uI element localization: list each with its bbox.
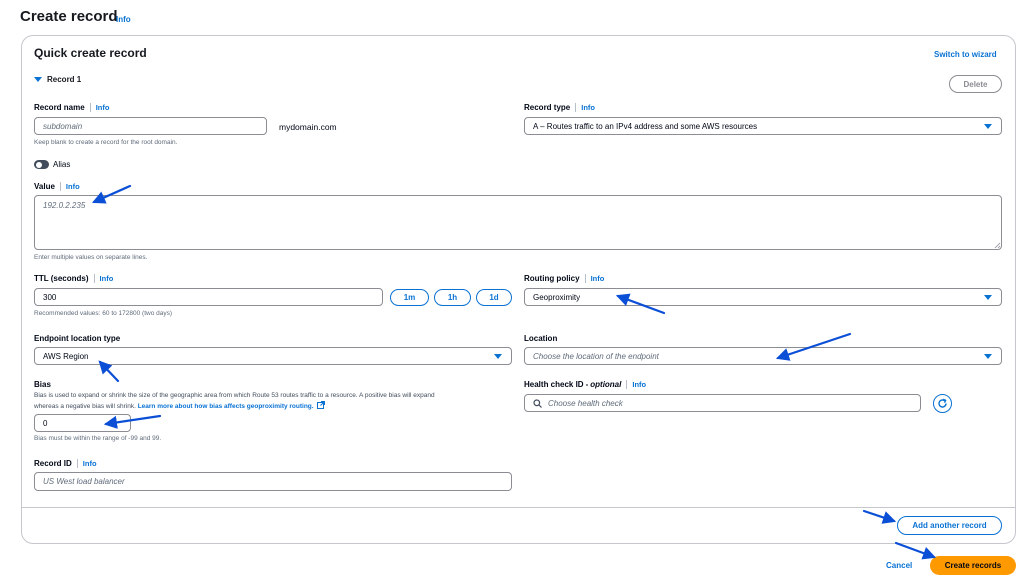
bias-description-line-1: Bias is used to expand or shrink the siz… bbox=[34, 392, 435, 399]
resize-handle-icon[interactable] bbox=[994, 242, 1001, 249]
record-name-label-text: Record name bbox=[34, 103, 85, 112]
value-info-link[interactable]: Info bbox=[66, 182, 80, 191]
record-name-label: Record name Info bbox=[34, 103, 109, 112]
location-label: Location bbox=[524, 334, 558, 343]
create-records-button[interactable]: Create records bbox=[930, 556, 1016, 575]
ttl-1d-button[interactable]: 1d bbox=[476, 289, 512, 306]
endpoint-location-type-label: Endpoint location type bbox=[34, 334, 121, 343]
location-select[interactable]: Choose the location of the endpoint bbox=[524, 347, 1002, 365]
domain-suffix: mydomain.com bbox=[279, 122, 337, 132]
label-separator bbox=[575, 103, 577, 112]
ttl-info-link[interactable]: Info bbox=[100, 274, 114, 283]
label-separator bbox=[626, 380, 628, 389]
bias-description: Bias is used to expand or shrink the siz… bbox=[34, 391, 512, 412]
label-separator bbox=[76, 459, 78, 468]
ttl-label-text: TTL (seconds) bbox=[34, 274, 89, 283]
bias-label: Bias bbox=[34, 380, 51, 389]
health-check-label: Health check ID - optional Info bbox=[524, 380, 646, 389]
bias-learn-more-link[interactable]: Learn more about how bias affects geopro… bbox=[138, 403, 314, 410]
label-separator bbox=[93, 274, 95, 283]
alias-toggle[interactable] bbox=[34, 160, 49, 169]
routing-policy-label-text: Routing policy bbox=[524, 274, 580, 283]
caret-down-icon bbox=[984, 295, 992, 300]
arrow-create-records bbox=[894, 541, 937, 560]
cancel-button[interactable]: Cancel bbox=[886, 561, 912, 570]
record-name-info-link[interactable]: Info bbox=[96, 103, 110, 112]
page-info-link[interactable]: Info bbox=[116, 15, 131, 24]
ttl-input[interactable]: 300 bbox=[34, 288, 383, 306]
endpoint-location-type-select[interactable]: AWS Region bbox=[34, 347, 512, 365]
record-id-label-text: Record ID bbox=[34, 459, 72, 468]
refresh-icon bbox=[938, 398, 947, 408]
alias-label: Alias bbox=[53, 160, 71, 169]
routing-policy-label: Routing policy Info bbox=[524, 274, 604, 283]
record-1-toggle[interactable]: Record 1 bbox=[34, 75, 81, 84]
bias-description-text: whereas a negative bias will shrink. bbox=[34, 403, 136, 410]
page-title: Create record bbox=[20, 8, 118, 25]
caret-down-icon bbox=[494, 354, 502, 359]
health-check-info-link[interactable]: Info bbox=[632, 380, 646, 389]
record-type-label: Record type Info bbox=[524, 103, 595, 112]
record-id-label: Record ID Info bbox=[34, 459, 97, 468]
label-dash: - bbox=[585, 380, 589, 389]
record-id-input[interactable]: US West load balancer bbox=[34, 472, 512, 491]
value-textarea[interactable]: 192.0.2.235 bbox=[34, 195, 1002, 250]
location-placeholder: Choose the location of the endpoint bbox=[533, 351, 659, 361]
ttl-hint: Recommended values: 60 to 172800 (two da… bbox=[34, 310, 173, 317]
record-id-info-link[interactable]: Info bbox=[83, 459, 97, 468]
ttl-1h-button[interactable]: 1h bbox=[434, 289, 471, 306]
value-hint: Enter multiple values on separate lines. bbox=[34, 254, 148, 261]
switch-to-wizard-link[interactable]: Switch to wizard bbox=[934, 50, 997, 59]
record-name-input[interactable]: subdomain bbox=[34, 117, 267, 135]
panel-divider bbox=[22, 507, 1015, 508]
bias-hint: Bias must be within the range of -99 and… bbox=[34, 435, 162, 442]
caret-down-icon bbox=[984, 354, 992, 359]
add-another-record-button[interactable]: Add another record bbox=[897, 516, 1002, 535]
routing-policy-info-link[interactable]: Info bbox=[591, 274, 605, 283]
refresh-button[interactable] bbox=[933, 394, 952, 413]
health-check-label-text: Health check ID bbox=[524, 380, 584, 389]
record-type-info-link[interactable]: Info bbox=[581, 103, 595, 112]
record-type-label-text: Record type bbox=[524, 103, 571, 112]
external-link-icon bbox=[316, 401, 325, 409]
value-label-text: Value bbox=[34, 182, 55, 191]
health-check-placeholder: Choose health check bbox=[548, 398, 623, 408]
label-separator bbox=[584, 274, 586, 283]
delete-button[interactable]: Delete bbox=[949, 75, 1002, 93]
endpoint-location-type-value: AWS Region bbox=[43, 351, 89, 361]
record-type-select[interactable]: A – Routes traffic to an IPv4 address an… bbox=[524, 117, 1002, 135]
ttl-label: TTL (seconds) Info bbox=[34, 274, 113, 283]
search-icon bbox=[533, 398, 542, 408]
health-check-optional: optional bbox=[590, 380, 622, 389]
record-1-label: Record 1 bbox=[47, 75, 82, 84]
caret-down-icon bbox=[34, 77, 42, 82]
bias-input[interactable]: 0 bbox=[34, 414, 131, 432]
value-label: Value Info bbox=[34, 182, 80, 191]
panel-title: Quick create record bbox=[34, 46, 147, 60]
ttl-1m-button[interactable]: 1m bbox=[390, 289, 429, 306]
routing-policy-select[interactable]: Geoproximity bbox=[524, 288, 1002, 306]
bias-description-line-2: whereas a negative bias will shrink. Lea… bbox=[34, 401, 512, 412]
caret-down-icon bbox=[984, 124, 992, 129]
record-name-hint: Keep blank to create a record for the ro… bbox=[34, 139, 178, 146]
label-separator bbox=[89, 103, 91, 112]
record-type-value: A – Routes traffic to an IPv4 address an… bbox=[533, 121, 758, 131]
routing-policy-value: Geoproximity bbox=[533, 292, 581, 302]
label-separator bbox=[59, 182, 61, 191]
health-check-select[interactable]: Choose health check bbox=[524, 394, 921, 412]
